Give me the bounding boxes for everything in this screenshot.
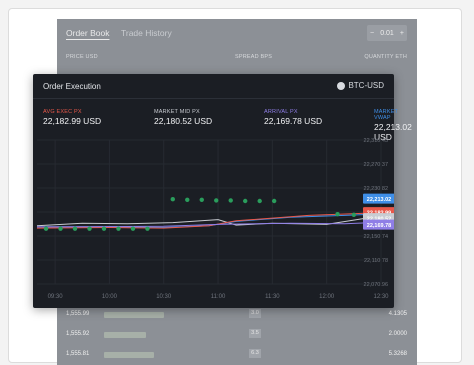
fill-marker xyxy=(335,212,340,217)
fill-marker xyxy=(271,198,277,204)
fill-marker xyxy=(199,197,204,202)
order-price: 1,555.99 xyxy=(66,311,90,317)
x-tick-label: 12:00 xyxy=(319,294,335,300)
pair-label: BTC-USD xyxy=(348,81,384,90)
order-quantity: 2.0000 xyxy=(388,331,407,337)
pair-selector[interactable]: BTC-USD xyxy=(337,81,384,90)
y-tick-label: 22,310.45 xyxy=(364,138,388,144)
fill-marker xyxy=(185,197,190,202)
fill-marker xyxy=(351,212,357,218)
stat-label: MARKET MID PX xyxy=(154,109,200,115)
stat-label: ARRIVAL PX xyxy=(264,109,298,115)
stat-value: 22,182.99 USD xyxy=(43,116,102,126)
x-tick-label: 11:00 xyxy=(211,294,226,300)
fill-marker xyxy=(116,226,121,231)
step-increment-button[interactable]: + xyxy=(400,30,404,37)
panel-title: Order Execution xyxy=(43,82,101,91)
x-tick-label: 12:30 xyxy=(373,294,389,300)
stat-avg-exec-px: AVG EXEC PX 22,182.99 USD xyxy=(43,109,101,126)
order-quantity: 4.1305 xyxy=(388,311,407,317)
stat-value: 22,180.52 USD xyxy=(154,116,213,126)
fill-marker xyxy=(214,198,219,203)
order-execution-panel: Order Execution BTC-USD AVG EXEC PX 22,1… xyxy=(33,74,412,308)
price-badge-label: 22,213.02 xyxy=(367,197,391,203)
fill-marker xyxy=(257,198,262,204)
fill-marker xyxy=(130,226,136,231)
order-spread: 3.5 xyxy=(249,329,261,338)
order-spread: 3.0 xyxy=(249,309,261,318)
x-tick-label: 09:30 xyxy=(48,294,64,300)
stat-label: MARKET VWAP xyxy=(374,109,399,121)
x-tick-label: 10:00 xyxy=(102,294,118,300)
column-header-spread: SPREAD BPS xyxy=(235,54,273,60)
step-decrement-button[interactable]: − xyxy=(370,30,374,37)
order-row[interactable]: 1,555.99 3.0 4.1305 xyxy=(57,305,417,325)
tab-order-book[interactable]: Order Book xyxy=(66,28,109,38)
depth-bar xyxy=(104,352,154,358)
order-price: 1,555.81 xyxy=(66,351,90,357)
x-tick-label: 10:30 xyxy=(156,294,172,300)
depth-bar xyxy=(104,332,146,338)
stat-label: AVG EXEC PX xyxy=(43,109,82,115)
fill-marker xyxy=(72,226,78,231)
order-book-header: Order Book Trade History − 0.01 + xyxy=(57,19,417,49)
column-header-quantity: QUANTITY ETH xyxy=(364,54,407,60)
fill-marker xyxy=(43,226,49,231)
y-tick-label: 22,150.74 xyxy=(364,234,388,240)
stat-market-mid-px: MARKET MID PX 22,180.52 USD xyxy=(154,109,212,126)
order-price: 1,555.92 xyxy=(66,331,90,337)
order-row[interactable]: 1,555.92 3.5 2.0000 xyxy=(57,325,417,345)
step-value: 0.01 xyxy=(380,29,394,37)
order-spread: 6.3 xyxy=(249,349,261,358)
fill-marker xyxy=(170,196,175,202)
x-tick-label: 11:30 xyxy=(265,294,280,300)
tab-trade-history[interactable]: Trade History xyxy=(121,28,172,38)
execution-chart: 22,310.4522,270.3722,230.8222,190.7922,1… xyxy=(36,138,394,300)
y-tick-label: 22,070.96 xyxy=(364,282,388,288)
fill-marker xyxy=(228,198,233,203)
fill-marker xyxy=(87,226,92,231)
depth-bar xyxy=(104,312,164,318)
coin-icon xyxy=(337,81,346,90)
order-quantity: 5.3268 xyxy=(388,351,407,357)
column-header-price: PRICE USD xyxy=(66,54,98,60)
price-step-stepper[interactable]: − 0.01 + xyxy=(367,25,407,41)
y-tick-label: 22,230.82 xyxy=(364,186,388,192)
fill-marker xyxy=(243,198,248,204)
fill-marker xyxy=(101,226,107,231)
fill-marker xyxy=(145,226,150,231)
fill-marker xyxy=(58,226,63,231)
stat-arrival-px: ARRIVAL PX 22,169.78 USD xyxy=(264,109,322,126)
y-tick-label: 22,270.37 xyxy=(364,162,388,168)
price-badge-label: 22,169.78 xyxy=(367,223,391,229)
order-row[interactable]: 1,555.81 6.3 5.3268 xyxy=(57,345,417,365)
y-tick-label: 22,110.78 xyxy=(364,258,388,264)
divider xyxy=(33,98,394,99)
stat-value: 22,169.78 USD xyxy=(264,116,323,126)
